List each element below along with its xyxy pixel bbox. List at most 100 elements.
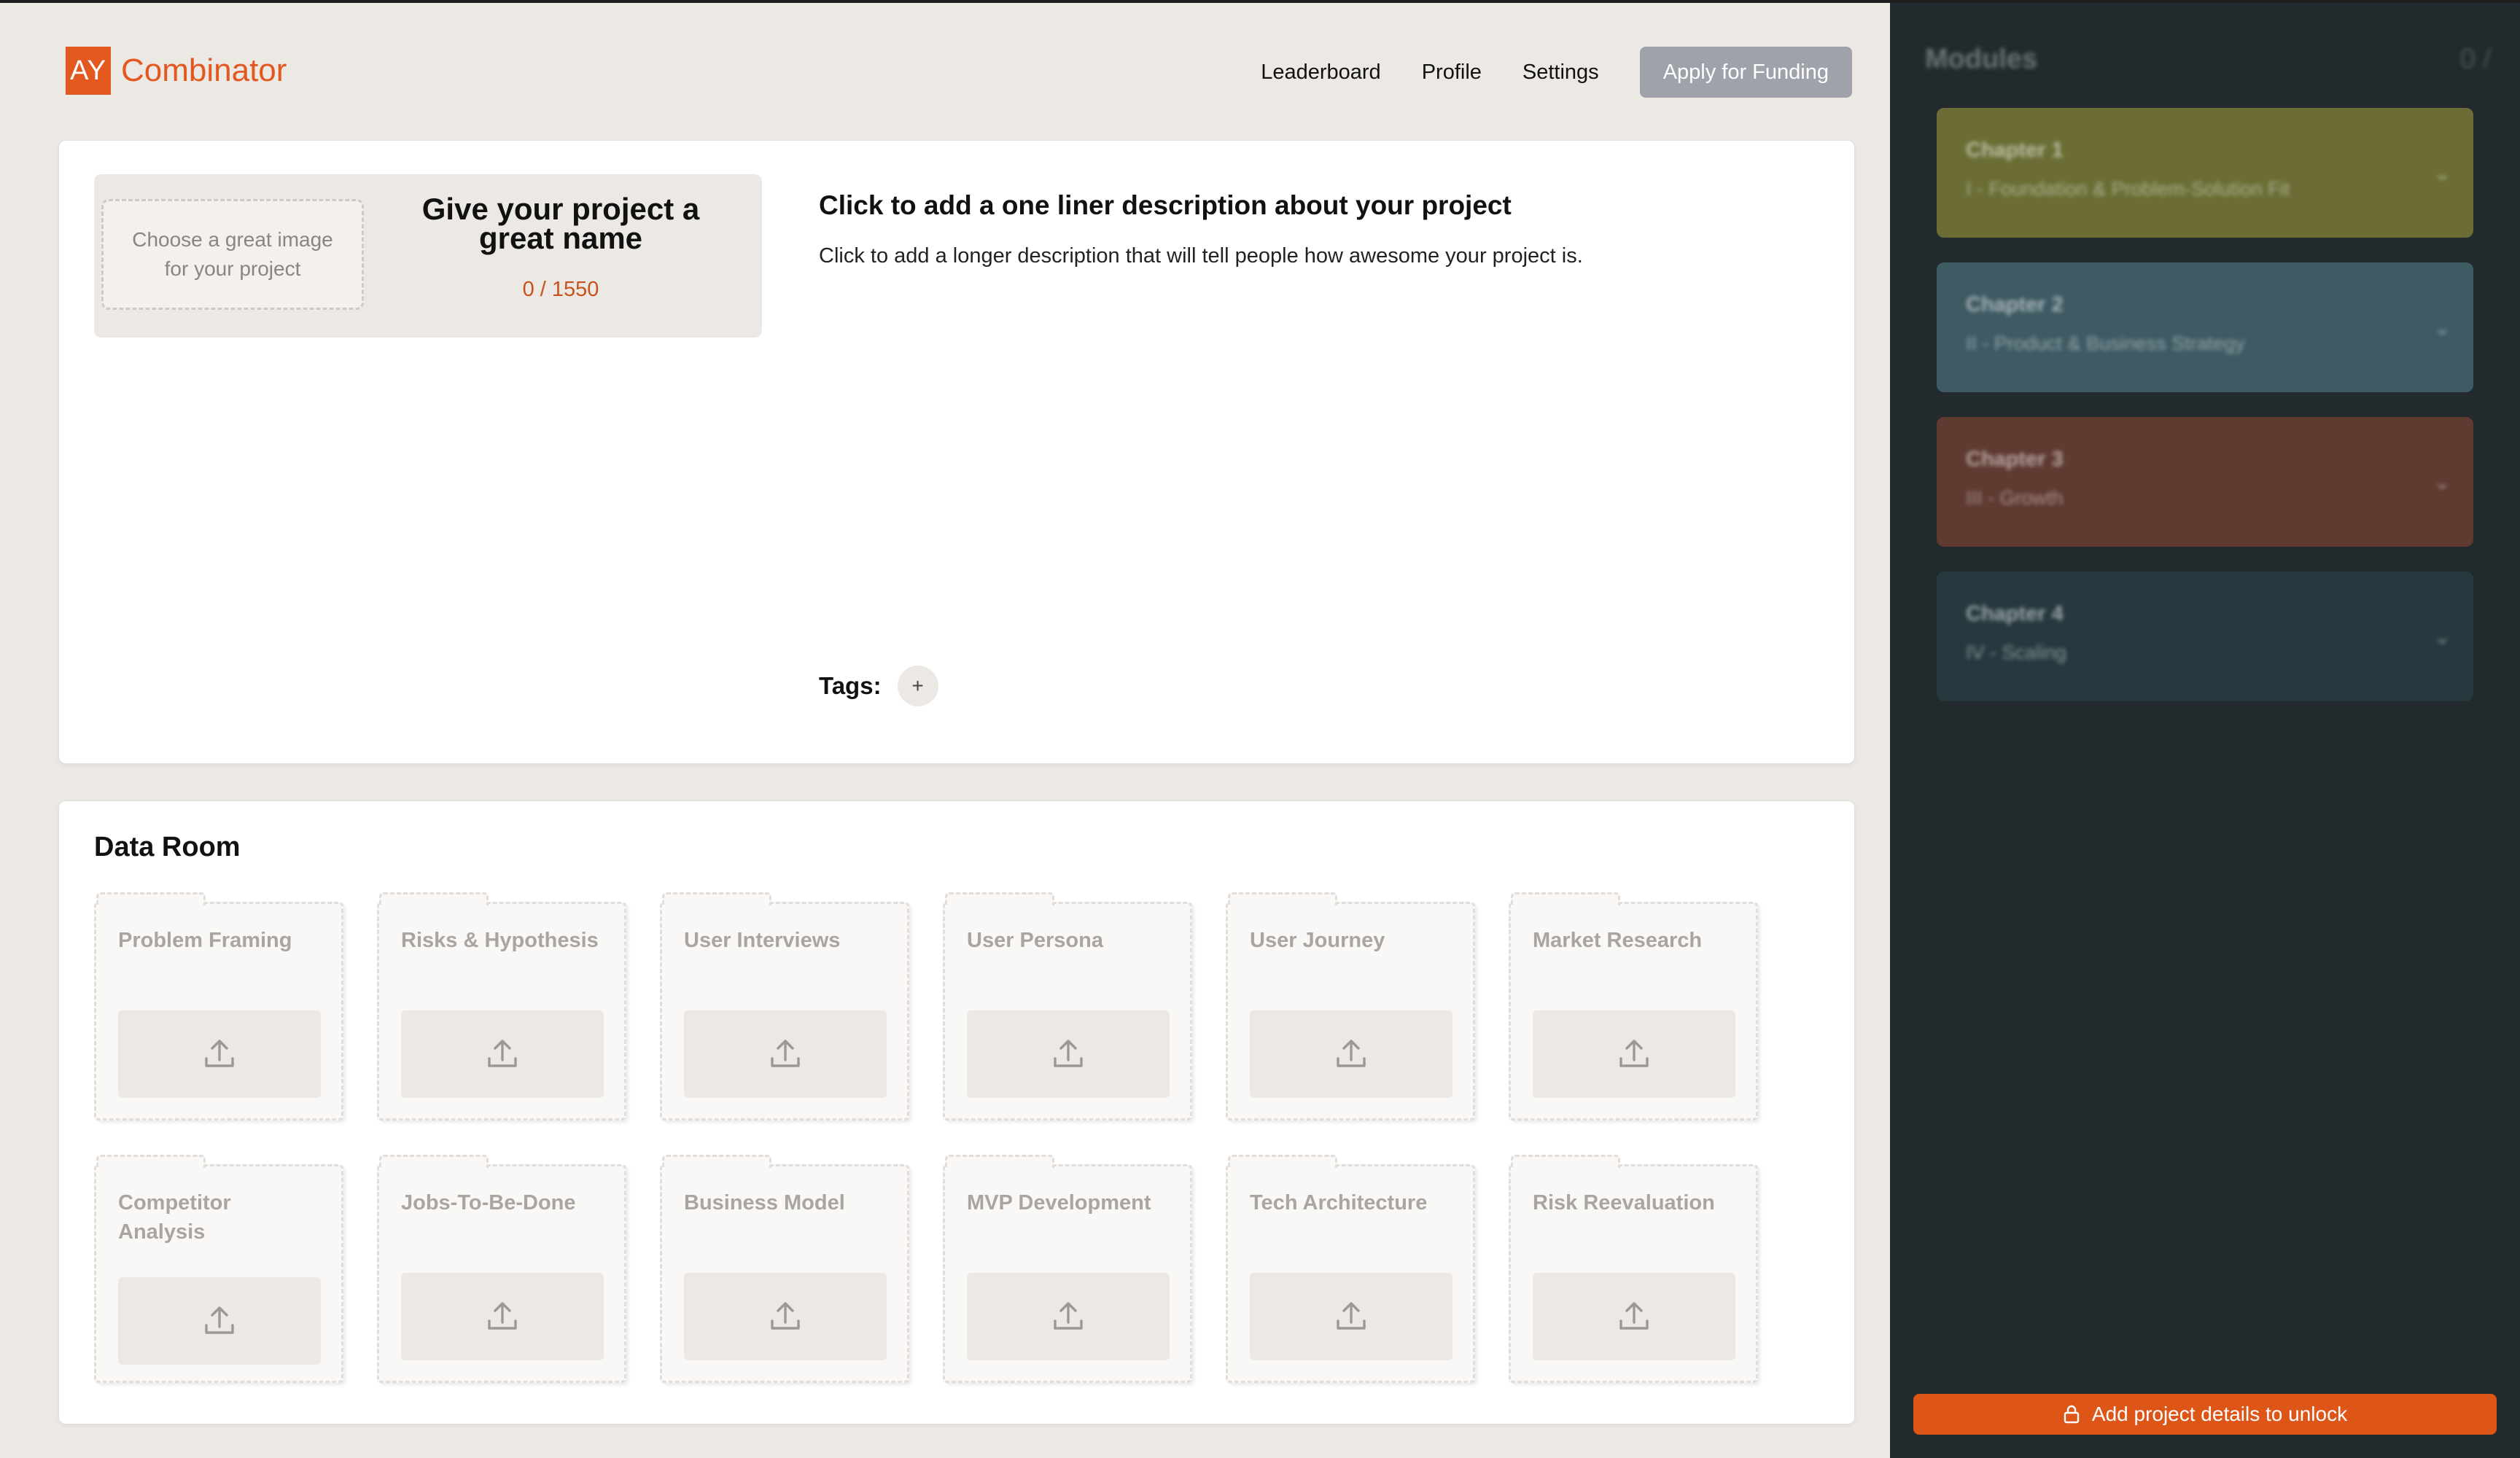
chapter-content: Chapter 3 III - Growth ⌄ (1937, 417, 2473, 547)
project-image-picker[interactable]: Choose a great image for your project (101, 199, 364, 310)
folder-title: Market Research (1533, 929, 1703, 952)
folder-card[interactable]: MVP Development (943, 1155, 1192, 1383)
chevron-down-icon: ⌄ (2432, 625, 2451, 649)
folder-tab (379, 1155, 489, 1168)
chapter-name: Chapter 3 (1966, 448, 2064, 471)
chapter-subtitle: I - Foundation & Problem-Solution Fit (1966, 178, 2290, 200)
upload-button[interactable] (401, 1273, 604, 1360)
folder-tab (96, 892, 206, 905)
project-header-block: Choose a great image for your project Gi… (94, 174, 762, 338)
unlock-button-label: Add project details to unlock (2091, 1403, 2348, 1425)
character-counter: 0 / 1550 (522, 278, 599, 301)
upload-icon (1614, 1295, 1654, 1339)
upload-icon (482, 1295, 523, 1339)
folder-title: User Journey (1250, 929, 1385, 952)
chapter-content: Chapter 4 IV - Scaling ⌄ (1937, 572, 2473, 701)
folder-tab (1228, 892, 1337, 905)
upload-button[interactable] (1250, 1273, 1452, 1360)
data-room-title: Data Room (94, 832, 241, 862)
upload-icon (199, 1299, 240, 1344)
folder-card[interactable]: Risk Reevaluation (1509, 1155, 1758, 1383)
one-liner-field[interactable]: Click to add a one liner description abo… (819, 190, 1512, 221)
project-name-block: Give your project a great name 0 / 1550 (386, 194, 736, 302)
upload-icon (1048, 1295, 1089, 1339)
upload-icon (199, 1032, 240, 1077)
upload-icon (765, 1032, 806, 1077)
folder-title: Tech Architecture (1250, 1191, 1428, 1215)
chapter-subtitle: II - Product & Business Strategy (1966, 332, 2245, 354)
folder-tab (1511, 1155, 1620, 1168)
tags-label: Tags: (819, 672, 882, 699)
add-tag-button[interactable]: + (897, 666, 938, 706)
main-area: AY Combinator Leaderboard Profile Settin… (0, 3, 1890, 1458)
upload-icon (1048, 1032, 1089, 1077)
folder-card[interactable]: User Journey (1226, 892, 1475, 1120)
description-field[interactable]: Click to add a longer description that w… (819, 244, 1583, 268)
top-nav: Leaderboard Profile Settings Apply for F… (1261, 47, 1852, 98)
logo-mark: AY (66, 47, 111, 95)
folder-title: User Interviews (684, 929, 841, 952)
logo-text: Combinator (121, 52, 287, 88)
tags-row: Tags: + (819, 666, 938, 706)
folder-tab (662, 892, 771, 905)
upload-button[interactable] (1250, 1010, 1452, 1098)
folder-card[interactable]: Tech Architecture (1226, 1155, 1475, 1383)
upload-button[interactable] (1533, 1010, 1735, 1098)
logo[interactable]: AY Combinator (66, 47, 287, 95)
folder-tab (945, 892, 1054, 905)
folder-card[interactable]: Problem Framing (94, 892, 343, 1120)
upload-button[interactable] (118, 1010, 321, 1098)
chapter-name: Chapter 1 (1966, 139, 2064, 162)
chapter-name: Chapter 2 (1966, 293, 2064, 316)
unlock-button[interactable]: Add project details to unlock (1913, 1394, 2497, 1435)
folder-title: Risk Reevaluation (1533, 1191, 1715, 1215)
nav-leaderboard[interactable]: Leaderboard (1261, 47, 1380, 98)
folder-card[interactable]: User Interviews (660, 892, 909, 1120)
folder-title: Competitor Analysis (118, 1191, 231, 1244)
project-name-field[interactable]: Give your project a great name (386, 194, 736, 254)
chapter-name: Chapter 4 (1966, 602, 2064, 625)
folder-tab (96, 1155, 206, 1168)
chapter-card[interactable]: Chapter 3 III - Growth ⌄ (1937, 417, 2473, 547)
folder-title: Problem Framing (118, 929, 292, 952)
upload-icon (482, 1032, 523, 1077)
folder-card[interactable]: Risks & Hypothesis (377, 892, 626, 1120)
upload-button[interactable] (401, 1010, 604, 1098)
lock-icon (2064, 1405, 2080, 1424)
upload-icon (1331, 1295, 1372, 1339)
folder-title: Jobs-To-Be-Done (401, 1191, 576, 1215)
data-room-card: Data Room Problem Framing Risks & Hypothe… (58, 800, 1855, 1424)
folder-title: MVP Development (967, 1191, 1151, 1215)
upload-button[interactable] (684, 1010, 887, 1098)
nav-settings[interactable]: Settings (1522, 47, 1599, 98)
chapter-content: Chapter 1 I - Foundation & Problem-Soluti… (1937, 108, 2473, 238)
folder-tab (1228, 1155, 1337, 1168)
folder-card[interactable]: Jobs-To-Be-Done (377, 1155, 626, 1383)
folder-card[interactable]: Market Research (1509, 892, 1758, 1120)
upload-button[interactable] (967, 1273, 1170, 1360)
folder-card[interactable]: Competitor Analysis (94, 1155, 343, 1383)
chevron-down-icon: ⌄ (2432, 161, 2451, 185)
apply-for-funding-button[interactable]: Apply for Funding (1639, 47, 1852, 98)
upload-icon (1614, 1032, 1654, 1077)
folder-card[interactable]: Business Model (660, 1155, 909, 1383)
folder-tab (379, 892, 489, 905)
nav-profile[interactable]: Profile (1422, 47, 1482, 98)
upload-icon (765, 1295, 806, 1339)
chapter-content: Chapter 2 II - Product & Business Strateg… (1937, 262, 2473, 392)
modules-sidebar: Modules 0 / Chapter 1 I - Foundation & Pr… (1890, 3, 2520, 1458)
upload-button[interactable] (118, 1277, 321, 1365)
chapter-subtitle: III - Growth (1966, 487, 2064, 509)
chapter-card[interactable]: Chapter 4 IV - Scaling ⌄ (1937, 572, 2473, 701)
folder-card[interactable]: User Persona (943, 892, 1192, 1120)
chevron-down-icon: ⌄ (2432, 316, 2451, 340)
upload-button[interactable] (967, 1010, 1170, 1098)
folder-tab (945, 1155, 1054, 1168)
upload-button[interactable] (684, 1273, 887, 1360)
chapter-card[interactable]: Chapter 2 II - Product & Business Strateg… (1937, 262, 2473, 392)
folder-title: User Persona (967, 929, 1103, 952)
modules-count: 0 / (2459, 44, 2491, 74)
chapter-card[interactable]: Chapter 1 I - Foundation & Problem-Soluti… (1937, 108, 2473, 238)
upload-button[interactable] (1533, 1273, 1735, 1360)
modules-title: Modules (1925, 44, 2038, 74)
